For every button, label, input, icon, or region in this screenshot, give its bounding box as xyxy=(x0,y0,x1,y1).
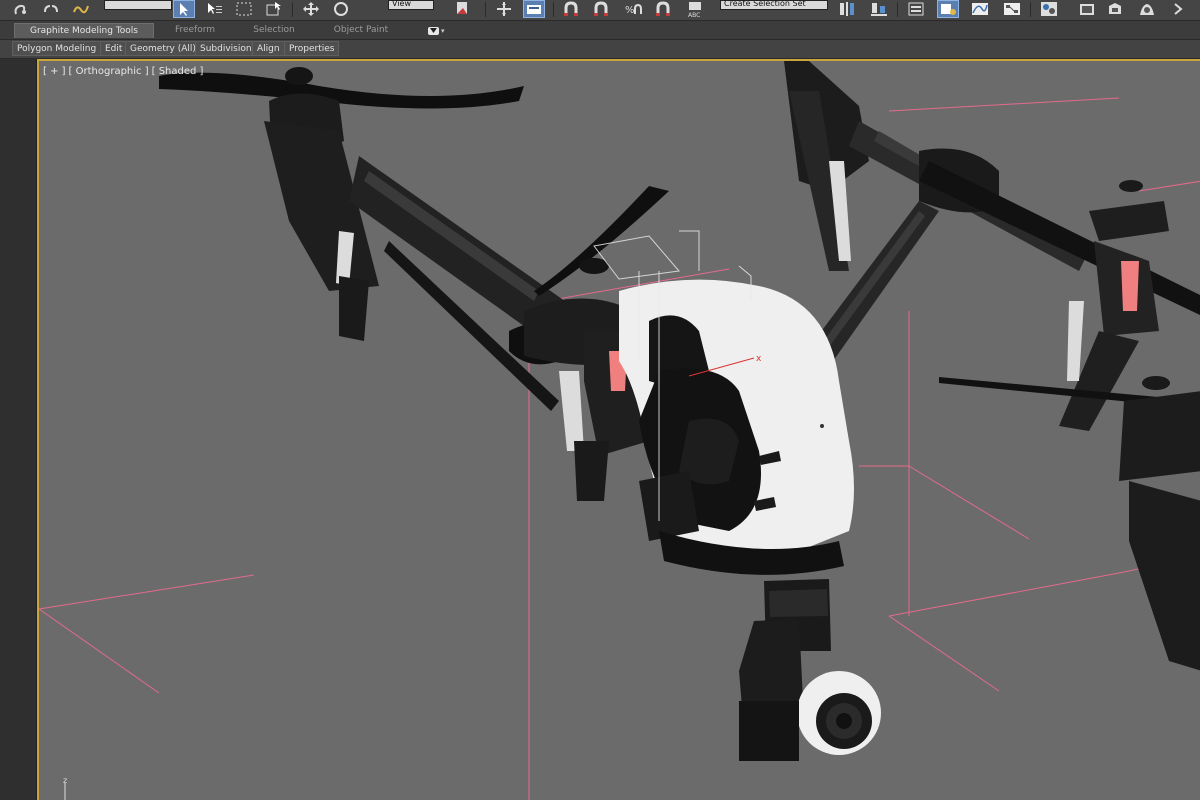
gimbal-camera xyxy=(739,579,881,761)
ribbon-options-dropdown[interactable]: ▾ xyxy=(428,25,448,36)
bind-to-space-warp-icon[interactable] xyxy=(70,0,92,18)
svg-text:x: x xyxy=(756,354,762,364)
svg-text:%: % xyxy=(625,5,635,16)
named-selection-sets-dropdown[interactable]: Create Selection Set xyxy=(720,0,828,10)
panel-polygon-modeling[interactable]: Polygon Modeling xyxy=(12,41,102,56)
chevron-down-icon: ▾ xyxy=(441,26,445,35)
left-side-strip xyxy=(0,59,37,800)
ribbon-panel-bar: Polygon Modeling Edit Geometry (All) Sub… xyxy=(0,40,1200,59)
edit-named-selection-sets-icon[interactable]: ABC xyxy=(684,0,706,18)
tab-object-paint[interactable]: Object Paint xyxy=(322,23,400,38)
scene-explorer-icon[interactable] xyxy=(937,0,959,18)
axis-tripod-icon: z xyxy=(63,777,67,800)
main-toolbar: View % ABC Create Selection Set xyxy=(0,0,1200,21)
panel-subdivision[interactable]: Subdivision xyxy=(195,41,257,56)
viewport-shading-label[interactable]: [ Shaded ] xyxy=(152,66,204,77)
mirror-icon[interactable] xyxy=(836,0,858,18)
select-and-link-icon[interactable] xyxy=(10,0,32,18)
svg-text:z: z xyxy=(63,777,67,785)
viewport-menu-plus[interactable]: [ + ] xyxy=(43,66,66,77)
select-object-icon[interactable] xyxy=(173,0,195,18)
panel-properties[interactable]: Properties xyxy=(284,41,340,56)
layer-manager-icon[interactable] xyxy=(905,0,927,18)
viewport-scene: x xyxy=(39,61,1200,800)
front-right-motor xyxy=(1119,376,1200,671)
selection-filter-dropdown[interactable] xyxy=(104,0,172,10)
percent-snap-toggle-icon[interactable]: % xyxy=(622,0,644,18)
rendered-frame-window-icon[interactable] xyxy=(1104,0,1126,18)
curve-editor-icon[interactable] xyxy=(969,0,991,18)
rectangular-selection-region-icon[interactable] xyxy=(233,0,255,18)
svg-text:ABC: ABC xyxy=(688,12,700,18)
use-pivot-center-icon[interactable] xyxy=(452,0,474,18)
schematic-view-icon[interactable] xyxy=(1001,0,1023,18)
viewport-point-of-view-label[interactable]: [ Orthographic ] xyxy=(69,66,149,77)
rear-left-arm xyxy=(159,67,579,411)
select-and-rotate-icon[interactable] xyxy=(330,0,352,18)
align-icon[interactable] xyxy=(868,0,890,18)
window-crossing-icon[interactable] xyxy=(263,0,285,18)
select-and-move-icon[interactable] xyxy=(300,0,322,18)
select-by-name-icon[interactable] xyxy=(203,0,225,18)
render-setup-icon[interactable] xyxy=(1076,0,1098,18)
panel-edit[interactable]: Edit xyxy=(100,41,128,56)
perspective-viewport[interactable]: x [ + ] [ Orthographic ] [ Shaded ] z xyxy=(37,59,1200,800)
viewport-label[interactable]: [ + ] [ Orthographic ] [ Shaded ] xyxy=(43,66,203,77)
select-and-manipulate-icon[interactable] xyxy=(493,0,515,18)
drone-body xyxy=(619,279,854,575)
ribbon-minimize-icon xyxy=(428,26,439,35)
render-production-icon[interactable] xyxy=(1136,0,1158,18)
toolbar-overflow-icon[interactable] xyxy=(1168,0,1190,18)
tab-selection[interactable]: Selection xyxy=(240,23,308,38)
spinner-snap-toggle-icon[interactable] xyxy=(652,0,674,18)
unlink-selection-icon[interactable] xyxy=(40,0,62,18)
tab-graphite-modeling-tools[interactable]: Graphite Modeling Tools xyxy=(14,23,154,38)
reference-coordinate-dropdown[interactable]: View xyxy=(388,0,434,10)
material-editor-icon[interactable] xyxy=(1038,0,1060,18)
snaps-toggle-icon[interactable] xyxy=(560,0,582,18)
keyboard-shortcut-override-icon[interactable] xyxy=(523,0,545,18)
panel-geometry-all[interactable]: Geometry (All) xyxy=(125,41,201,56)
angle-snap-toggle-icon[interactable] xyxy=(590,0,612,18)
ribbon-tab-bar: Graphite Modeling Tools Freeform Selecti… xyxy=(0,21,1200,40)
panel-align[interactable]: Align xyxy=(252,41,285,56)
tab-freeform[interactable]: Freeform xyxy=(160,23,230,38)
